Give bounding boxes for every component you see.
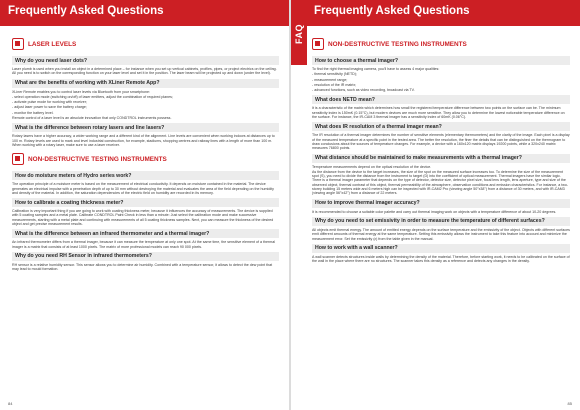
header-bar: Frequently Asked Questions: [291, 0, 580, 26]
faq-item: Why do you need to set emissivity in ord…: [312, 216, 570, 241]
faq-tab-label: FAQ: [294, 23, 304, 45]
faq-answer: - select operation mode (switching on/of…: [12, 94, 173, 99]
page-right: Frequently Asked Questions FAQ NON-DESTR…: [291, 0, 580, 410]
faq-tab: FAQ: [291, 0, 307, 65]
page-number: 85: [567, 401, 572, 406]
faq-answer: - resolution of the IR matrix;: [312, 82, 357, 87]
faq-item: How to work with a wall scanner? A wall s…: [312, 243, 570, 264]
faq-content: LASER LEVELS Why do you need laser dots? L…: [12, 32, 279, 274]
faq-item: How to choose a thermal imager? To find t…: [312, 56, 570, 92]
faq-item: How to improve thermal imager accuracy? I…: [312, 198, 570, 214]
faq-question: How to choose a thermal imager?: [312, 56, 570, 65]
faq-question: How to calibrate a coating thickness met…: [12, 198, 279, 208]
section-logo-icon: [12, 153, 24, 166]
faq-answer: As the distance from the device to the t…: [312, 169, 569, 196]
faq-question: What is the difference between rotary la…: [12, 123, 279, 133]
page-title: Frequently Asked Questions: [314, 5, 470, 17]
faq-answer: Rotary lasers have a higher accuracy, a …: [12, 134, 275, 147]
faq-answer: - adjust laser power to save the battery…: [12, 105, 87, 110]
faq-item: What distance should be maintained to ma…: [312, 153, 570, 196]
faq-answer: Temperature measurements depend on the o…: [312, 164, 432, 169]
faq-answer: It is a characteristic of the matrix whi…: [312, 106, 565, 120]
section-logo-icon: [12, 38, 24, 50]
faq-item: What is the difference between an infrar…: [12, 229, 279, 249]
faq-question: What are the benefits of working with XL…: [12, 78, 279, 88]
page-left: Frequently Asked Questions LASER LEVELS W…: [0, 0, 289, 410]
page-title: Frequently Asked Questions: [8, 5, 164, 17]
faq-question: Why do you need RH Sensor in infrared th…: [12, 251, 279, 261]
faq-answer: - thermal sensitivity (NETD);: [312, 72, 357, 77]
faq-answer: Laser plumb is used when you install an …: [12, 67, 277, 76]
faq-item: What is the difference between rotary la…: [12, 123, 279, 147]
section-heading: NON-DESTRUCTIVE TESTING INSTRUMENTS: [312, 36, 570, 52]
faq-answer: Remote control of a laser level is an ab…: [12, 116, 172, 121]
faq-content: NON-DESTRUCTIVE TESTING INSTRUMENTS How t…: [312, 32, 570, 265]
faq-question: Why do you need laser dots?: [12, 56, 279, 65]
faq-item: Why do you need RH Sensor in infrared th…: [12, 251, 279, 272]
section-title: NON-DESTRUCTIVE TESTING INSTRUMENTS: [328, 40, 467, 48]
faq-answer: - advanced functions, such as video reco…: [312, 88, 415, 93]
header-bar: Frequently Asked Questions: [0, 0, 289, 26]
faq-answer: A wall scanner detects structures inside…: [312, 254, 570, 264]
faq-answer: To find the right thermal imaging camera…: [312, 67, 440, 71]
faq-answer: - activate pulse mode for working with r…: [12, 100, 87, 105]
faq-item: What are the benefits of working with XL…: [12, 78, 279, 121]
section-heading: NON-DESTRUCTIVE TESTING INSTRUMENTS: [12, 151, 279, 167]
faq-question: Why do you need to set emissivity in ord…: [312, 216, 570, 226]
faq-answer: An infrared thermometer differs from a t…: [12, 240, 276, 249]
faq-item: What does IR resolution of a thermal ima…: [312, 122, 570, 150]
section-title: NON-DESTRUCTIVE TESTING INSTRUMENTS: [28, 155, 167, 163]
faq-item: Why do you need laser dots? Laser plumb i…: [12, 56, 279, 76]
faq-item: How to calibrate a coating thickness met…: [12, 198, 279, 226]
faq-answer: It is recommended to choose a suitable c…: [312, 209, 557, 214]
faq-answer: XLiner Remote enables you to control las…: [12, 89, 151, 94]
faq-answer: All objects emit thermal energy. The amo…: [312, 227, 570, 241]
section-heading: LASER LEVELS: [12, 36, 279, 52]
faq-question: What distance should be maintained to ma…: [312, 153, 570, 163]
faq-question: How to improve thermal imager accuracy?: [312, 198, 570, 208]
section-logo-icon: [312, 38, 324, 50]
faq-answer: - measurement range;: [312, 77, 348, 82]
faq-item: How do moisture meters of Hydro series w…: [12, 171, 279, 195]
faq-answer: RH sensor is a relative humidity sensor.…: [12, 262, 273, 272]
faq-answer: - monitor the battery level.: [12, 110, 54, 115]
section-title: LASER LEVELS: [28, 40, 77, 48]
faq-item: What does NETD mean? It is a characterist…: [312, 95, 570, 119]
faq-question: How do moisture meters of Hydro series w…: [12, 171, 279, 181]
faq-answer: The IR resolution of a thermal imager de…: [312, 133, 570, 151]
faq-answer: Calibration is very important thing if y…: [12, 209, 274, 227]
faq-question: What is the difference between an infrar…: [12, 229, 279, 239]
faq-question: What does IR resolution of a thermal ima…: [312, 122, 570, 132]
faq-answer: The operation principle of a moisture me…: [12, 182, 274, 195]
faq-question: How to work with a wall scanner?: [312, 243, 570, 253]
faq-question: What does NETD mean?: [312, 95, 570, 105]
page-number: 84: [8, 401, 13, 406]
